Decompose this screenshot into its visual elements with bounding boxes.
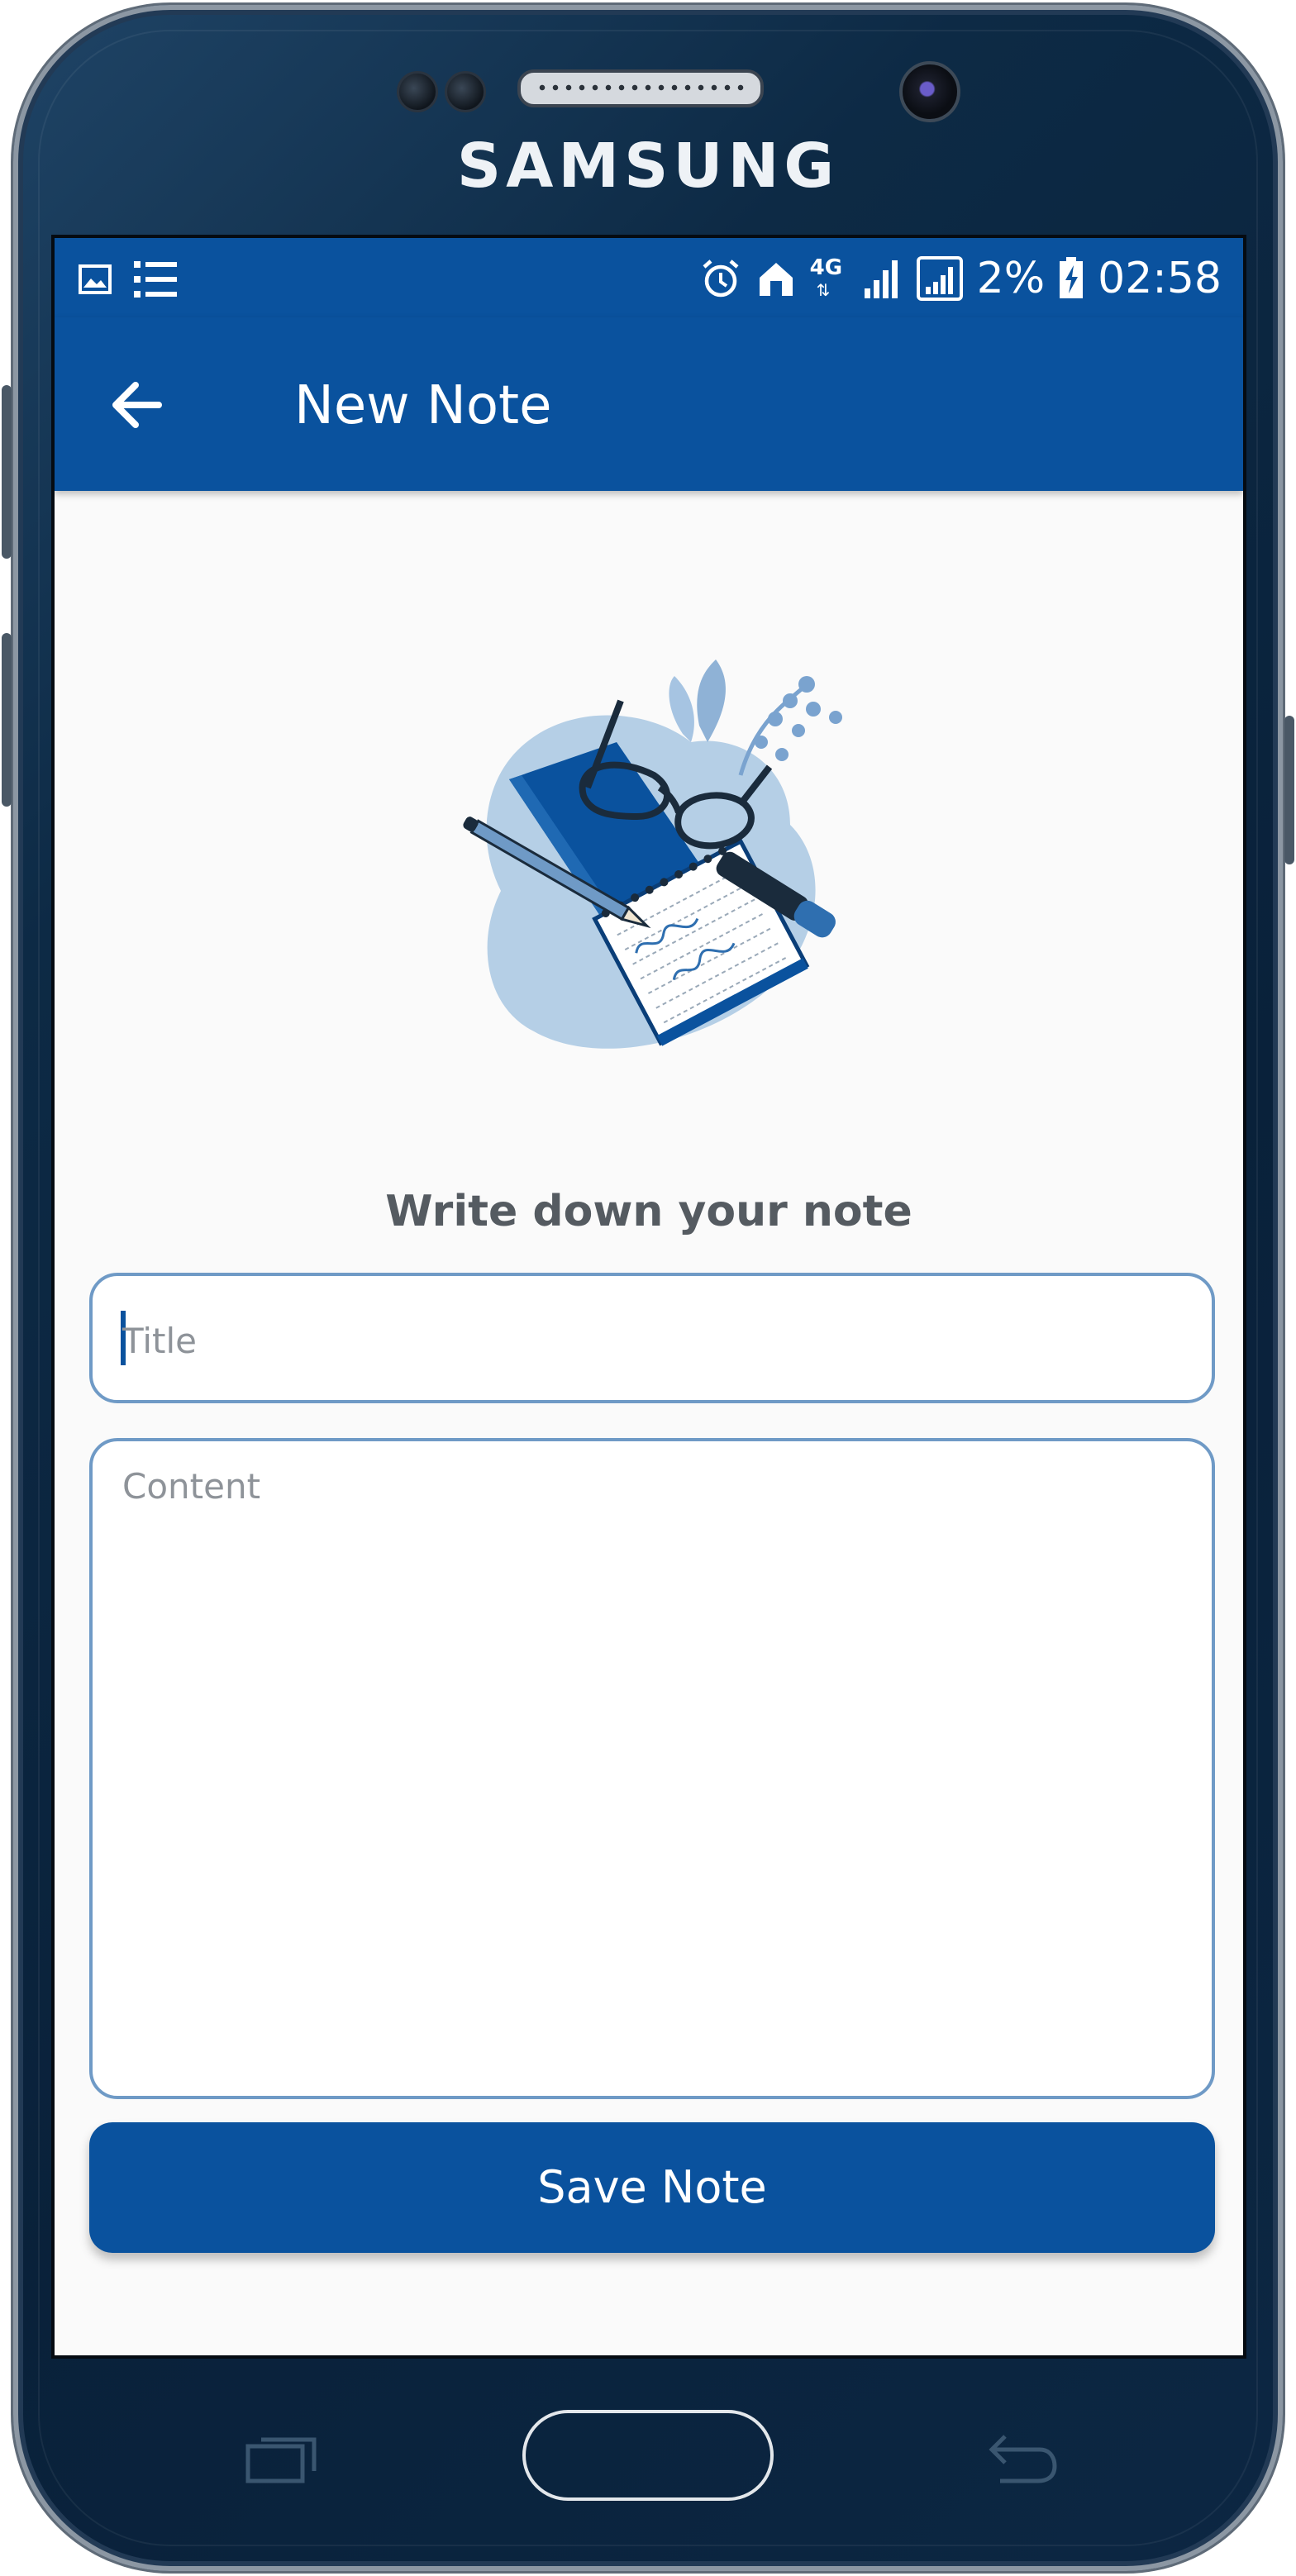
content-placeholder: Content: [122, 1466, 261, 1507]
title-placeholder: Title: [122, 1321, 198, 1361]
front-camera: [899, 61, 960, 122]
signal-box-icon: [916, 256, 963, 301]
volume-button-lower: [2, 633, 12, 807]
clock: 02:58: [1098, 254, 1222, 303]
signal-icon: [864, 260, 898, 298]
volume-button: [2, 385, 12, 559]
recent-apps-icon[interactable]: [245, 2435, 319, 2484]
battery-percent: 2%: [976, 254, 1046, 303]
screen: 4G ⇅ 2% 02:58 New Note Write down your n…: [51, 235, 1246, 2359]
power-button: [1284, 716, 1294, 864]
home-button[interactable]: [522, 2410, 774, 2501]
status-left-icons: [78, 258, 179, 301]
battery-charging-icon: [1060, 257, 1084, 298]
brand-logo: SAMSUNG: [456, 131, 840, 202]
page-title: New Note: [294, 375, 552, 436]
form-headline: Write down your note: [385, 1187, 912, 1236]
save-note-button[interactable]: Save Note: [89, 2122, 1215, 2253]
content-input[interactable]: Content: [89, 1438, 1215, 2099]
status-bar: 4G ⇅ 2% 02:58: [55, 238, 1243, 317]
alarm-icon: [703, 260, 739, 298]
earpiece-speaker: [517, 69, 764, 107]
status-right-icons: 4G ⇅ 2% 02:58: [699, 250, 1222, 307]
back-icon[interactable]: [984, 2430, 1060, 2488]
app-bar: New Note: [55, 317, 1243, 491]
network-type-label: 4G: [809, 255, 843, 280]
list-icon: [134, 261, 177, 298]
title-input[interactable]: Title: [89, 1273, 1215, 1403]
light-sensor: [445, 71, 486, 112]
4g-icon: 4G ⇅: [809, 255, 843, 300]
notebook-glasses-illustration: [463, 659, 842, 1049]
home-icon: [759, 263, 793, 296]
arrow-left-icon[interactable]: [104, 372, 170, 438]
proximity-sensor: [397, 71, 438, 112]
image-icon: [79, 264, 112, 294]
